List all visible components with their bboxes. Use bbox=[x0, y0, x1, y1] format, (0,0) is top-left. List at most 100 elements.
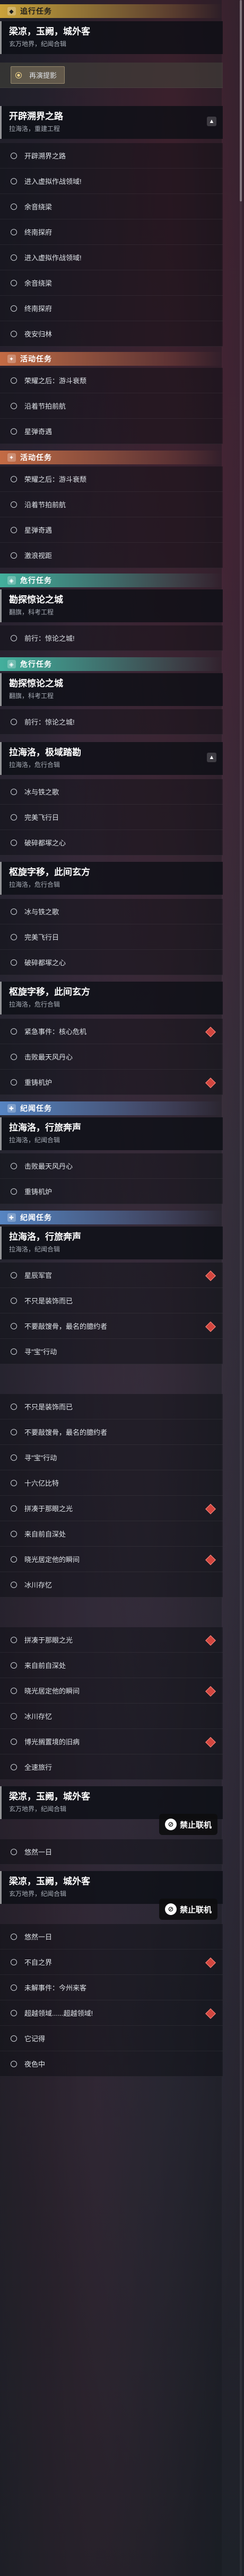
step-item[interactable]: 激浪视距 bbox=[0, 543, 223, 568]
step-item[interactable]: 重铸机炉 bbox=[0, 1179, 223, 1204]
step-item[interactable]: 不自之界 bbox=[0, 1949, 223, 1975]
step-item[interactable]: 荣耀之后：游斗衰颓 bbox=[0, 368, 223, 393]
step-item[interactable]: 紧急事件：核心危机 bbox=[0, 1019, 223, 1044]
step-item[interactable]: 终南探府 bbox=[0, 296, 223, 321]
quest-subtitle: 拉海洛，危行合辑 bbox=[9, 761, 60, 769]
step-item[interactable]: 星辰军官 bbox=[0, 1263, 223, 1288]
scrollbar[interactable] bbox=[240, 0, 242, 2576]
quest-subtitle: 玄万地界，纪闻合辑 bbox=[9, 1805, 67, 1813]
step-label: 余音绕梁 bbox=[24, 203, 53, 211]
step-item[interactable]: 前行：惊论之城! bbox=[0, 625, 223, 651]
step-item[interactable]: 悠然一日 bbox=[0, 1839, 223, 1865]
step-item[interactable]: 余音绕梁 bbox=[0, 270, 223, 296]
category-activity[interactable]: ✦ 活动任务 bbox=[0, 451, 223, 464]
quest-card[interactable]: 枢旋字移，此间玄方 拉海洛，危行合辑 bbox=[0, 982, 223, 1014]
quest-subtitle: 玄万地界，纪闻合辑 bbox=[9, 40, 67, 48]
step-item[interactable]: 未解事件：今州来客 bbox=[0, 1975, 223, 2000]
step-item[interactable]: 进入虚拟作战领域! bbox=[0, 245, 223, 270]
step-item[interactable]: 夜安归林 bbox=[0, 321, 223, 347]
badge-label: 禁止联机 bbox=[179, 1905, 212, 1915]
quest-title: 拉海洛，行旅奔声 bbox=[9, 1123, 81, 1133]
step-item[interactable]: 全速旅行 bbox=[0, 1754, 223, 1780]
step-item[interactable]: 来自前自深处 bbox=[0, 1653, 223, 1678]
step-item[interactable]: 余音绕梁 bbox=[0, 194, 223, 219]
radio-icon bbox=[11, 788, 17, 795]
quest-card[interactable]: 开辟溯界之路 拉海洛，重建工程 ▲ bbox=[0, 106, 223, 139]
step-item[interactable]: 星弹奇遇 bbox=[0, 419, 223, 444]
step-item[interactable]: 终南探府 bbox=[0, 219, 223, 245]
step-label: 终南探府 bbox=[24, 305, 53, 313]
radio-icon bbox=[11, 933, 17, 940]
step-item[interactable]: 击败最天风丹心 bbox=[0, 1044, 223, 1070]
step-item[interactable]: 不只是装饰而已 bbox=[0, 1394, 223, 1419]
category-label: 活动任务 bbox=[20, 355, 52, 363]
step-label: 再演提影 bbox=[29, 72, 57, 80]
step-item[interactable]: 不要敲馊骨，最名的臆约者 bbox=[0, 1419, 223, 1445]
step-item[interactable]: 冰与铁之歌 bbox=[0, 779, 223, 805]
collapse-icon[interactable]: ▲ bbox=[207, 753, 216, 762]
step-label: 冰川存忆 bbox=[24, 1713, 53, 1721]
step-item[interactable]: 悠然一日 bbox=[0, 1924, 223, 1949]
quest-card[interactable]: 拉海洛，行旅奔声 拉海洛，纪闻合辑 bbox=[0, 1117, 223, 1150]
step-item[interactable]: 进入虚拟作战领域! bbox=[0, 169, 223, 194]
quest-card[interactable]: 拉海洛，行旅奔声 拉海洛，纪闻合辑 bbox=[0, 1227, 223, 1259]
step-item[interactable]: 晓光居定他的瞬间 bbox=[0, 1678, 223, 1704]
step-item[interactable]: 拼凑于那眼之光 bbox=[0, 1627, 223, 1653]
step-item[interactable]: 开辟溯界之路 bbox=[0, 143, 223, 169]
step-label: 完美飞行日 bbox=[24, 933, 59, 941]
quest-card[interactable]: 拉海洛，极域踏勘 拉海洛，危行合辑 ▲ bbox=[0, 742, 223, 775]
step-item[interactable]: 不要敲馊骨，最名的臆约者 bbox=[0, 1313, 223, 1339]
step-item[interactable]: 沿着节拍前航 bbox=[0, 393, 223, 419]
step-item[interactable]: 寻"宝"行动 bbox=[0, 1339, 223, 1364]
step-item[interactable]: 晓光居定他的瞬间 bbox=[0, 1547, 223, 1572]
step-item[interactable]: 星弹奇遇 bbox=[0, 517, 223, 543]
danger-marker-icon bbox=[205, 1078, 216, 1088]
step-item[interactable]: 博光搁置境的旧病 bbox=[0, 1729, 223, 1754]
step-item[interactable]: 拼凑于那眼之光 bbox=[0, 1496, 223, 1521]
step-item[interactable]: 冰与铁之歌 bbox=[0, 899, 223, 924]
category-legend[interactable]: ✚ 纪闻任务 bbox=[0, 1211, 223, 1224]
step-label: 全速旅行 bbox=[24, 1763, 53, 1771]
category-event[interactable]: ◈ 危行任务 bbox=[0, 574, 223, 587]
radio-icon bbox=[11, 279, 17, 286]
step-item[interactable]: 前行：惊论之城! bbox=[0, 709, 223, 735]
category-event[interactable]: ◈ 危行任务 bbox=[0, 657, 223, 671]
scrollbar-thumb[interactable] bbox=[240, 0, 242, 201]
quest-card[interactable]: 枢旋字移，此间玄方 拉海洛，危行合辑 bbox=[0, 862, 223, 895]
step-item[interactable]: 它记得 bbox=[0, 2026, 223, 2051]
quest-card[interactable]: 勘探惊论之城 翻旗，科考工程 bbox=[0, 589, 223, 622]
step-item[interactable]: 完美飞行日 bbox=[0, 924, 223, 950]
step-item[interactable]: 来自前自深处 bbox=[0, 1521, 223, 1547]
step-item[interactable]: 十六亿比特 bbox=[0, 1470, 223, 1496]
radio-icon bbox=[11, 1297, 17, 1304]
quest-subtitle: 翻旗，科考工程 bbox=[9, 608, 54, 616]
step-item[interactable]: 击败最天风丹心 bbox=[0, 1153, 223, 1179]
category-legend[interactable]: ✚ 纪闻任务 bbox=[0, 1101, 223, 1115]
step-item[interactable]: 重铸机炉 bbox=[0, 1070, 223, 1095]
step-item[interactable]: 不只是装饰而已 bbox=[0, 1288, 223, 1313]
radio-icon bbox=[11, 1687, 17, 1694]
category-activity[interactable]: ✦ 活动任务 bbox=[0, 352, 223, 366]
step-item-active[interactable]: 再演提影 bbox=[0, 63, 223, 88]
radio-icon bbox=[11, 1713, 17, 1719]
step-label: 夜色中 bbox=[24, 2060, 46, 2068]
event-icon: ◈ bbox=[7, 660, 16, 668]
legend-icon: ✚ bbox=[7, 1104, 16, 1113]
radio-icon bbox=[11, 1028, 17, 1035]
step-item[interactable]: 夜色中 bbox=[0, 2051, 223, 2077]
radio-icon bbox=[11, 203, 17, 210]
step-label: 终南探府 bbox=[24, 228, 53, 236]
step-item[interactable]: 破碎都塚之心 bbox=[0, 950, 223, 975]
step-item[interactable]: 寻"宝"行动 bbox=[0, 1445, 223, 1470]
collapse-icon[interactable]: ▲ bbox=[207, 117, 216, 126]
step-item[interactable]: 完美飞行日 bbox=[0, 805, 223, 830]
quest-card[interactable]: 勘探惊论之城 翻旗，科考工程 bbox=[0, 673, 223, 706]
step-item[interactable]: 破碎都塚之心 bbox=[0, 830, 223, 855]
category-main[interactable]: ◆ 追行任务 bbox=[0, 4, 223, 18]
step-item[interactable]: 冰川存忆 bbox=[0, 1704, 223, 1729]
step-item[interactable]: 超越领域......超越领域! bbox=[0, 2000, 223, 2026]
step-item[interactable]: 荣耀之后：游斗衰颓 bbox=[0, 466, 223, 492]
quest-card[interactable]: 梁凉，玉阙，城外客 玄万地界，纪闻合辑 bbox=[0, 21, 223, 54]
step-item[interactable]: 沿着节拍前航 bbox=[0, 492, 223, 517]
step-item[interactable]: 冰川存忆 bbox=[0, 1572, 223, 1598]
